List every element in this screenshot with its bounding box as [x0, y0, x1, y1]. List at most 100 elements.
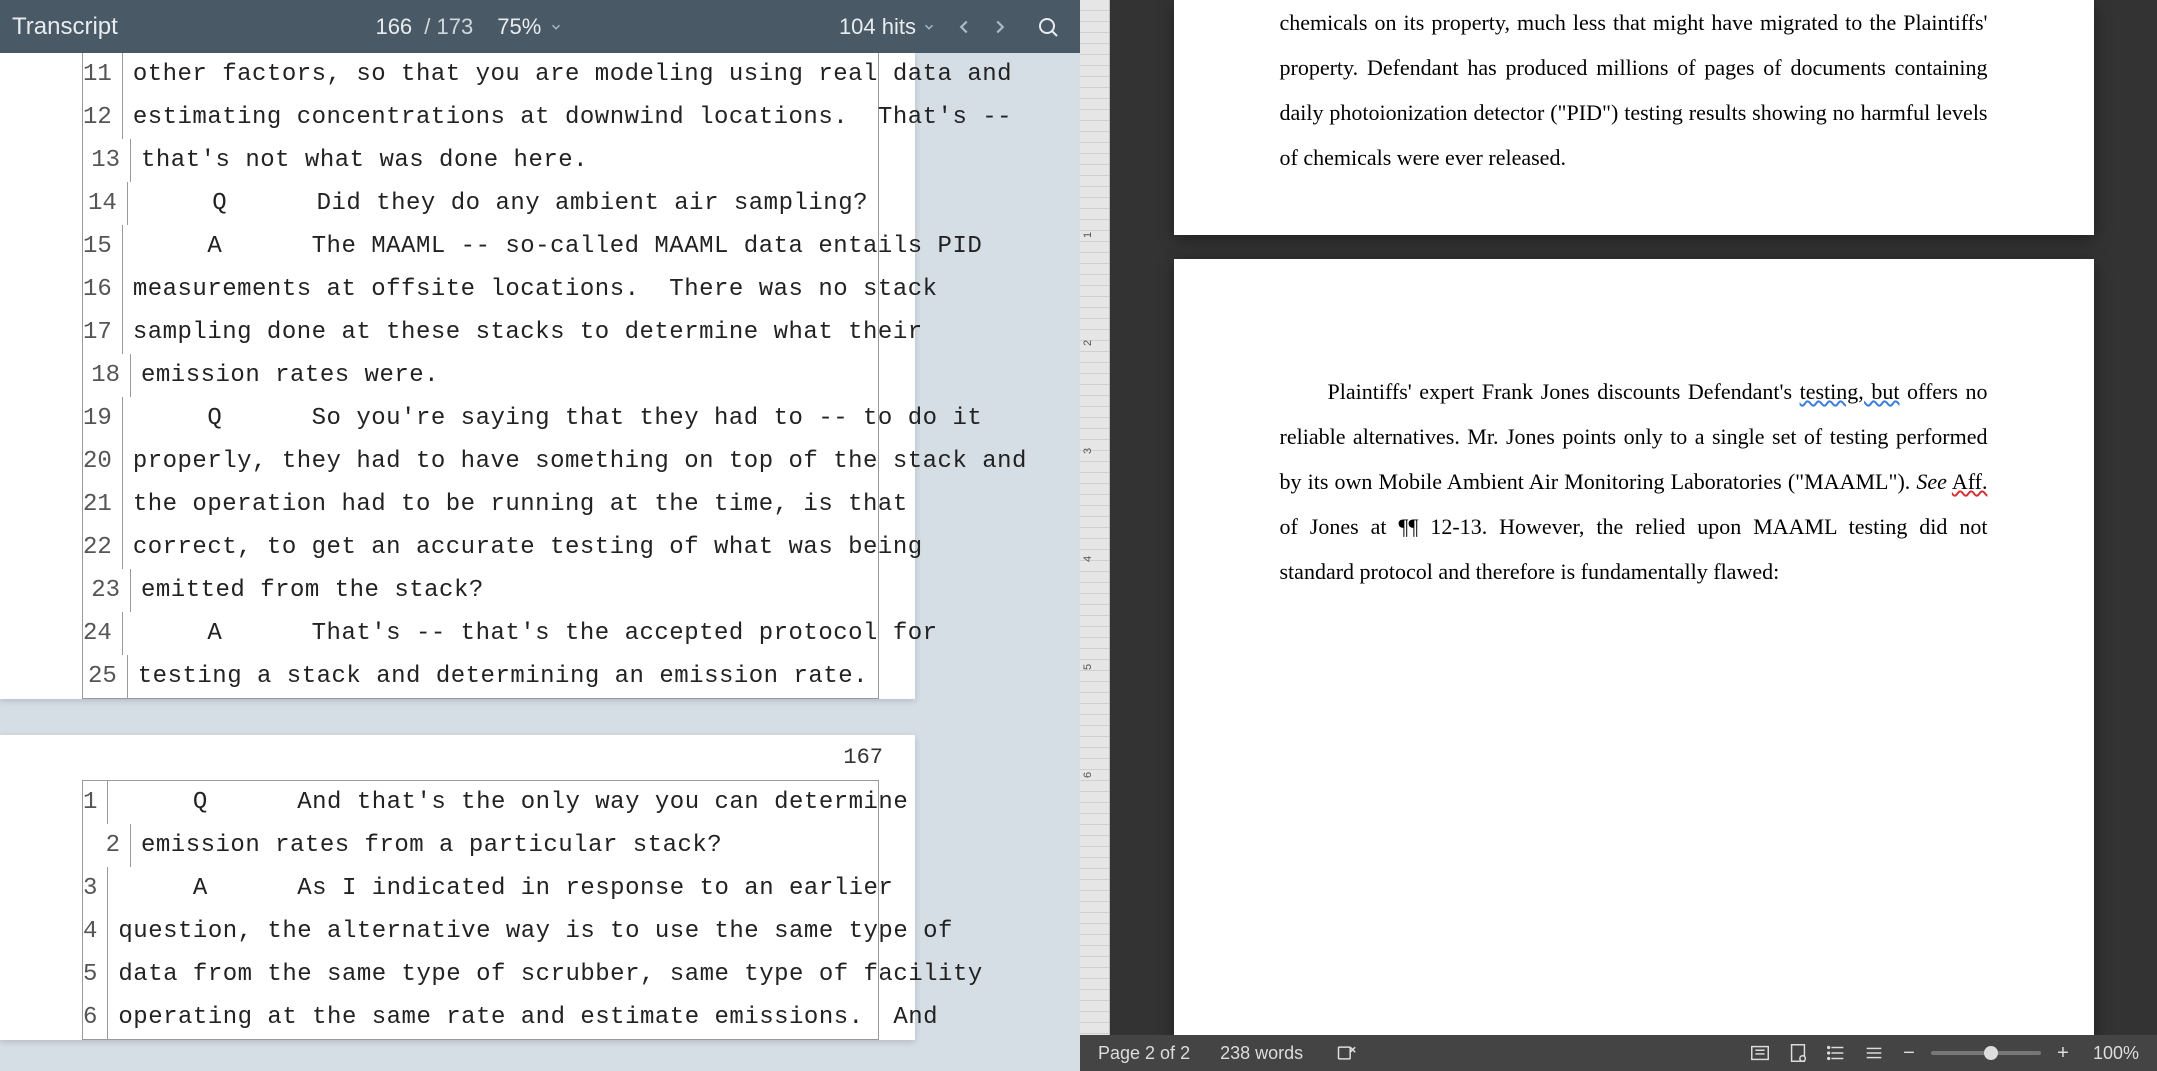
- line-text: A The MAAML -- so-called MAAML data enta…: [123, 225, 992, 268]
- line-text: Q So you're saying that they had to -- t…: [123, 397, 992, 440]
- transcript-line[interactable]: 18emission rates were.: [83, 354, 878, 397]
- zoom-dropdown[interactable]: 75%: [497, 14, 563, 40]
- line-text: data from the same type of scrubber, sam…: [108, 953, 992, 996]
- doc-text: of Jones at ¶¶ 12-13. However, the relie…: [1280, 514, 1988, 584]
- read-mode-icon: [1749, 1042, 1771, 1064]
- line-number: 5: [83, 953, 108, 996]
- doc-text: chemicals on its property, much less tha…: [1280, 10, 1988, 170]
- search-icon: [1036, 15, 1060, 39]
- transcript-line-table: 1 Q And that's the only way you can dete…: [82, 780, 879, 1040]
- read-mode-button[interactable]: [1747, 1040, 1773, 1066]
- ruler-tick: 3: [1082, 448, 1094, 454]
- ruler-tick: 6: [1082, 772, 1094, 778]
- outline-button[interactable]: [1861, 1040, 1887, 1066]
- page-number: 167: [0, 735, 915, 780]
- ruler-tick: 2: [1082, 340, 1094, 346]
- transcript-line[interactable]: 19 Q So you're saying that they had to -…: [83, 397, 878, 440]
- zoom-out-button[interactable]: −: [1899, 1042, 1919, 1065]
- chevron-left-icon: [953, 16, 975, 38]
- line-number: 15: [83, 225, 123, 268]
- menu-icon: [1863, 1042, 1885, 1064]
- transcript-line[interactable]: 4question, the alternative way is to use…: [83, 910, 878, 953]
- web-layout-button[interactable]: [1823, 1040, 1849, 1066]
- line-text: measurements at offsite locations. There…: [123, 268, 948, 311]
- zoom-slider[interactable]: [1931, 1051, 2041, 1055]
- transcript-line[interactable]: 1 Q And that's the only way you can dete…: [83, 781, 878, 824]
- line-text: sampling done at these stacks to determi…: [123, 311, 933, 354]
- print-layout-button[interactable]: [1785, 1040, 1811, 1066]
- transcript-line-table: 11other factors, so that you are modelin…: [82, 53, 879, 699]
- next-hit-button[interactable]: [982, 9, 1018, 45]
- zoom-slider-thumb[interactable]: [1984, 1046, 1998, 1060]
- transcript-line[interactable]: 14 Q Did they do any ambient air samplin…: [83, 182, 878, 225]
- line-text: that's not what was done here.: [131, 139, 878, 182]
- list-icon: [1825, 1042, 1847, 1064]
- status-page[interactable]: Page 2 of 2: [1098, 1043, 1190, 1064]
- hits-dropdown[interactable]: 104 hits: [839, 14, 936, 40]
- ruler-tick: 1: [1082, 232, 1094, 238]
- document-area[interactable]: chemicals on its property, much less tha…: [1110, 0, 2157, 1035]
- transcript-line[interactable]: 16measurements at offsite locations. The…: [83, 268, 878, 311]
- status-bar: Page 2 of 2 238 words −: [1080, 1035, 2157, 1071]
- doc-text: Plaintiffs' expert Frank Jones discounts…: [1328, 379, 1800, 404]
- line-text: testing a stack and determining an emiss…: [128, 655, 878, 698]
- transcript-line[interactable]: 20properly, they had to have something o…: [83, 440, 878, 483]
- doc-page-2: Plaintiffs' expert Frank Jones discounts…: [1174, 259, 2094, 1035]
- doc-paragraph[interactable]: Plaintiffs' expert Frank Jones discounts…: [1280, 369, 1988, 594]
- transcript-toolbar: Transcript 166 / 173 75% 104 hits: [0, 0, 1080, 53]
- line-number: 6: [83, 996, 108, 1039]
- line-number: 12: [83, 96, 123, 139]
- transcript-line[interactable]: 12estimating concentrations at downwind …: [83, 96, 878, 139]
- line-text: operating at the same rate and estimate …: [108, 996, 948, 1039]
- spellcheck-button[interactable]: [1333, 1040, 1359, 1066]
- line-text: Q And that's the only way you can determ…: [108, 781, 918, 824]
- doc-italic: See: [1916, 469, 1947, 494]
- line-number: 22: [83, 526, 123, 569]
- transcript-line[interactable]: 6operating at the same rate and estimate…: [83, 996, 878, 1039]
- search-button[interactable]: [1028, 7, 1068, 47]
- transcript-line[interactable]: 2emission rates from a particular stack?: [83, 824, 878, 867]
- line-text: A That's -- that's the accepted protocol…: [123, 612, 948, 655]
- transcript-line[interactable]: 23emitted from the stack?: [83, 569, 878, 612]
- transcript-line[interactable]: 22correct, to get an accurate testing of…: [83, 526, 878, 569]
- line-number: 13: [83, 139, 131, 182]
- zoom-in-button[interactable]: +: [2053, 1042, 2073, 1065]
- chevron-right-icon: [989, 16, 1011, 38]
- transcript-line[interactable]: 3 A As I indicated in response to an ear…: [83, 867, 878, 910]
- line-text: emission rates from a particular stack?: [131, 824, 878, 867]
- line-text: other factors, so that you are modeling …: [123, 53, 1022, 96]
- transcript-line[interactable]: 17sampling done at these stacks to deter…: [83, 311, 878, 354]
- prev-hit-button[interactable]: [946, 9, 982, 45]
- status-words[interactable]: 238 words: [1220, 1043, 1303, 1064]
- chevron-down-icon: [922, 20, 936, 34]
- transcript-line[interactable]: 25testing a stack and determining an emi…: [83, 655, 878, 698]
- line-number: 24: [83, 612, 123, 655]
- line-text: estimating concentrations at downwind lo…: [123, 96, 1022, 139]
- spelling-error[interactable]: Aff.: [1952, 469, 1988, 494]
- doc-page-1: chemicals on its property, much less tha…: [1174, 0, 2094, 235]
- line-number: 11: [83, 53, 123, 96]
- line-text: A As I indicated in response to an earli…: [108, 867, 903, 910]
- line-text: correct, to get an accurate testing of w…: [123, 526, 933, 569]
- line-number: 2: [83, 824, 131, 867]
- line-number: 3: [83, 867, 108, 910]
- line-text: Q Did they do any ambient air sampling?: [128, 182, 878, 225]
- line-number: 18: [83, 354, 131, 397]
- zoom-value: 75%: [497, 14, 541, 40]
- grammar-error[interactable]: testing, but: [1800, 379, 1900, 404]
- transcript-line[interactable]: 15 A The MAAML -- so-called MAAML data e…: [83, 225, 878, 268]
- transcript-line[interactable]: 24 A That's -- that's the accepted proto…: [83, 612, 878, 655]
- line-number: 1: [83, 781, 108, 824]
- transcript-pane: Transcript 166 / 173 75% 104 hits: [0, 0, 1080, 1071]
- doc-paragraph[interactable]: chemicals on its property, much less tha…: [1280, 0, 1988, 180]
- transcript-line[interactable]: 13that's not what was done here.: [83, 139, 878, 182]
- transcript-line[interactable]: 5data from the same type of scrubber, sa…: [83, 953, 878, 996]
- zoom-level[interactable]: 100%: [2093, 1043, 2139, 1064]
- transcript-body[interactable]: 11other factors, so that you are modelin…: [0, 53, 1080, 1071]
- transcript-line[interactable]: 21the operation had to be running at the…: [83, 483, 878, 526]
- transcript-line[interactable]: 11other factors, so that you are modelin…: [83, 53, 878, 96]
- vertical-ruler[interactable]: 123456: [1080, 0, 1110, 1035]
- line-number: 23: [83, 569, 131, 612]
- page-counter[interactable]: 166 / 173: [375, 14, 473, 40]
- line-number: 4: [83, 910, 108, 953]
